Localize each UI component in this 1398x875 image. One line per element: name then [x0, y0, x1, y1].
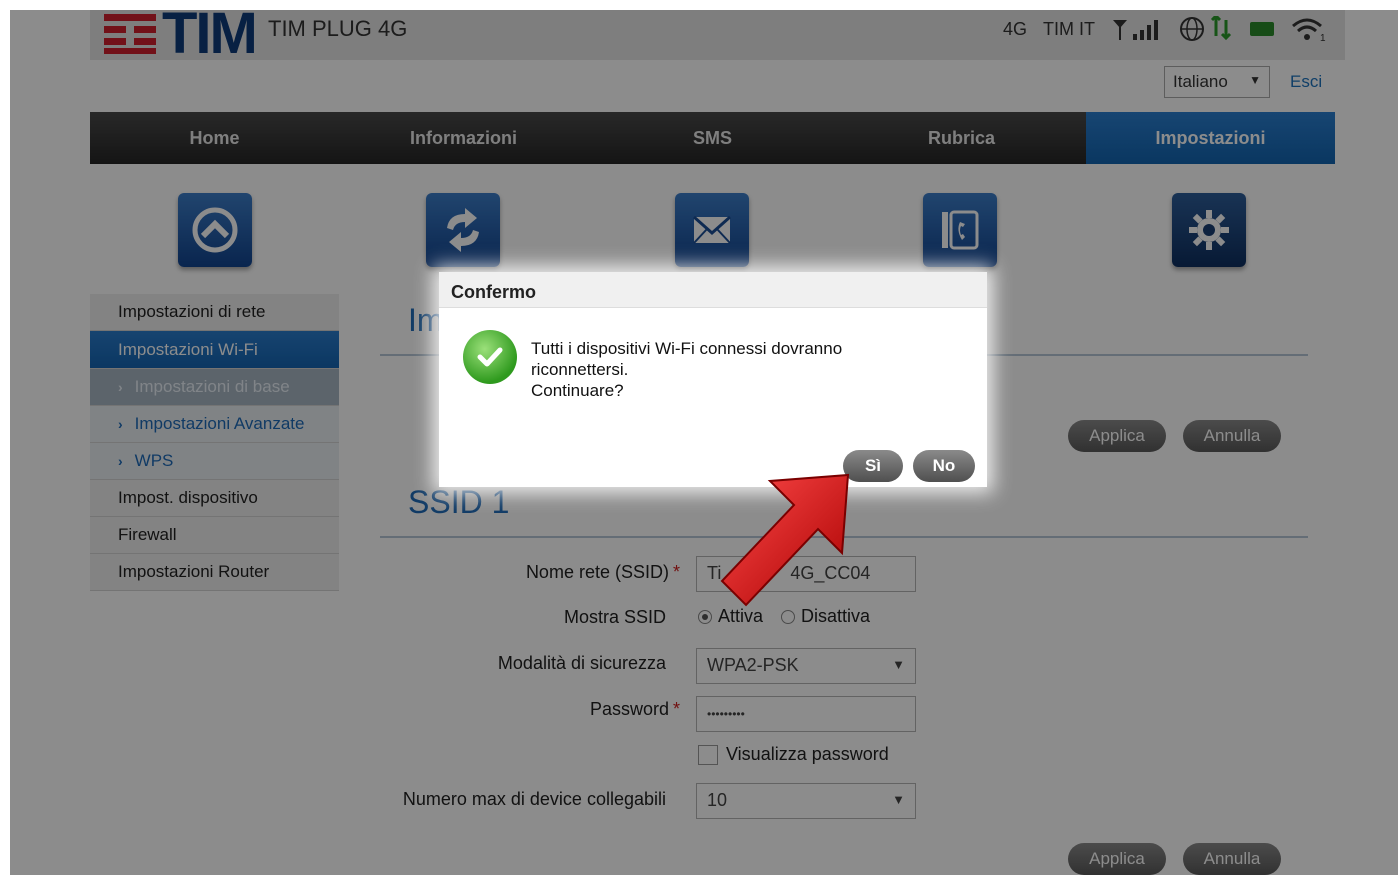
dialog-message-line: Continuare?: [531, 381, 624, 400]
no-button[interactable]: No: [913, 450, 975, 482]
dialog-title: Confermo: [439, 272, 987, 308]
dialog-message-line: Tutti i dispositivi Wi-Fi connessi dovra…: [531, 339, 843, 358]
dialog-message: Tutti i dispositivi Wi-Fi connessi dovra…: [531, 338, 931, 401]
router-admin-page: TIM TIM PLUG 4G 4G TIM IT 1 Italiano ▼ E…: [10, 10, 1398, 875]
confirm-dialog: Confermo Tutti i dispositivi Wi-Fi conne…: [439, 272, 987, 487]
dialog-message-line: riconnettersi.: [531, 360, 629, 379]
red-arrow-pointer: [720, 473, 850, 607]
checkmark-icon: [463, 330, 517, 384]
